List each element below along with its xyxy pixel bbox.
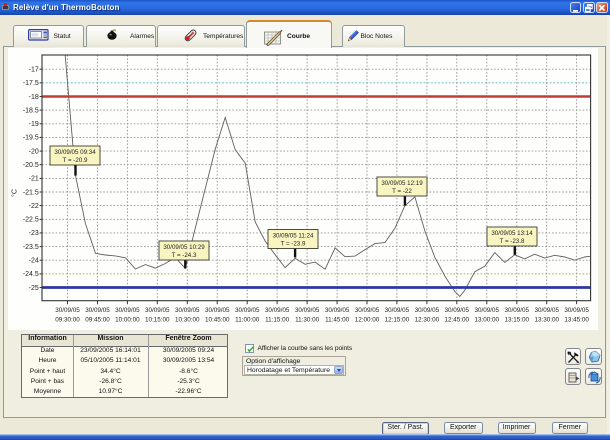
svg-text:11:30:00: 11:30:00 [295, 317, 320, 324]
svg-text:30/09/05: 30/09/05 [355, 307, 380, 314]
svg-text:-24.5: -24.5 [23, 271, 39, 278]
svg-text:11:00:00: 11:00:00 [235, 317, 260, 324]
svg-text:-20.5: -20.5 [23, 162, 39, 169]
svg-text:13:00:00: 13:00:00 [475, 317, 500, 324]
svg-text:30/09/05: 30/09/05 [385, 307, 410, 314]
svg-text:30/09/05: 30/09/05 [145, 307, 170, 314]
svg-text:09:45:00: 09:45:00 [85, 317, 110, 324]
svg-text:09:30:00: 09:30:00 [55, 317, 80, 324]
svg-text:°C: °C [11, 189, 19, 197]
svg-text:30/09/05 13:14: 30/09/05 13:14 [491, 230, 533, 237]
svg-text:11:45:00: 11:45:00 [325, 317, 350, 324]
svg-text:-23: -23 [29, 230, 39, 237]
svg-text:30/09/05: 30/09/05 [265, 307, 290, 314]
svg-text:-18: -18 [29, 94, 39, 101]
svg-text:30/09/05: 30/09/05 [205, 307, 230, 314]
svg-text:-17: -17 [29, 67, 39, 74]
svg-text:10:00:00: 10:00:00 [115, 317, 140, 324]
svg-text:10:30:00: 10:30:00 [175, 317, 200, 324]
svg-text:30/09/05: 30/09/05 [475, 307, 500, 314]
svg-text:30/09/05: 30/09/05 [534, 307, 559, 314]
svg-text:13:45:00: 13:45:00 [564, 317, 589, 324]
svg-text:30/09/05 11:24: 30/09/05 11:24 [273, 232, 314, 239]
svg-text:11:15:00: 11:15:00 [265, 317, 290, 324]
svg-text:30/09/05: 30/09/05 [415, 307, 440, 314]
svg-text:30/09/05 12:19: 30/09/05 12:19 [381, 180, 423, 187]
svg-text:-19: -19 [29, 121, 39, 128]
svg-text:10:45:00: 10:45:00 [205, 317, 230, 324]
svg-text:-22: -22 [29, 203, 39, 210]
svg-text:30/09/05: 30/09/05 [325, 307, 350, 314]
svg-text:-23.5: -23.5 [23, 244, 39, 251]
svg-text:-25: -25 [29, 285, 39, 292]
svg-text:30/09/05 09:34: 30/09/05 09:34 [54, 149, 96, 156]
svg-text:12:15:00: 12:15:00 [385, 317, 410, 324]
svg-text:-21: -21 [29, 176, 39, 183]
svg-text:-21.5: -21.5 [23, 189, 39, 196]
svg-text:13:15:00: 13:15:00 [505, 317, 530, 324]
svg-text:12:30:00: 12:30:00 [415, 317, 440, 324]
svg-text:30/09/05: 30/09/05 [85, 307, 110, 314]
svg-text:-19.5: -19.5 [23, 135, 39, 142]
svg-text:T = -23.8: T = -23.8 [500, 238, 525, 245]
svg-text:T = -24.3: T = -24.3 [172, 252, 197, 259]
svg-text:-17.5: -17.5 [23, 80, 39, 87]
svg-text:10:15:00: 10:15:00 [145, 317, 170, 324]
svg-text:-24: -24 [29, 258, 39, 265]
svg-text:13:30:00: 13:30:00 [534, 317, 559, 324]
svg-text:30/09/05: 30/09/05 [445, 307, 470, 314]
svg-text:T = -20.9: T = -20.9 [63, 157, 88, 164]
svg-text:30/09/05: 30/09/05 [295, 307, 320, 314]
svg-text:12:45:00: 12:45:00 [445, 317, 470, 324]
svg-text:-20: -20 [29, 148, 39, 155]
svg-text:30/09/05: 30/09/05 [115, 307, 140, 314]
svg-text:30/09/05: 30/09/05 [505, 307, 530, 314]
svg-text:30/09/05: 30/09/05 [175, 307, 200, 314]
svg-text:12:00:00: 12:00:00 [355, 317, 380, 324]
svg-text:30/09/05: 30/09/05 [235, 307, 260, 314]
svg-text:30/09/05 10:29: 30/09/05 10:29 [163, 244, 205, 251]
svg-text:30/09/05: 30/09/05 [564, 307, 589, 314]
svg-text:-22.5: -22.5 [23, 217, 39, 224]
svg-text:T = -22: T = -22 [392, 188, 412, 195]
svg-text:-18.5: -18.5 [23, 107, 39, 114]
svg-text:30/09/05: 30/09/05 [55, 307, 80, 314]
svg-text:T = -23.9: T = -23.9 [281, 240, 306, 247]
